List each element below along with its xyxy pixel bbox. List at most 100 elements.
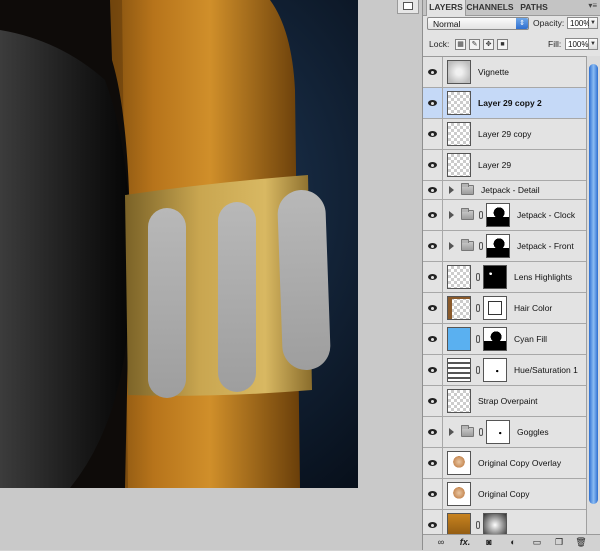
folder-icon[interactable]: ▭	[531, 537, 543, 548]
expand-triangle-icon[interactable]	[449, 242, 454, 250]
tab-paths[interactable]: PATHS	[517, 0, 551, 15]
layer-row[interactable]: Hair Color	[423, 293, 586, 324]
document-canvas[interactable]	[0, 0, 358, 488]
layer-row[interactable]: Jetpack - Front	[423, 231, 586, 262]
mask-link-icon[interactable]	[479, 428, 483, 436]
layer-mask-thumbnail[interactable]	[483, 296, 507, 320]
lock-transparent-icon[interactable]: ▦	[455, 39, 466, 50]
lock-position-icon[interactable]: ✥	[483, 39, 494, 50]
expand-triangle-icon[interactable]	[449, 186, 454, 194]
mask-icon[interactable]: ◙	[483, 537, 495, 548]
layer-thumbnail[interactable]	[447, 296, 471, 320]
layer-thumbnail[interactable]	[447, 513, 471, 535]
visibility-toggle[interactable]	[423, 510, 443, 535]
layer-thumbnail[interactable]	[447, 358, 471, 382]
layer-name: Jetpack - Detail	[481, 185, 540, 195]
layer-row[interactable]: Layer 29 copy 2	[423, 88, 586, 119]
fill-dropdown-icon[interactable]: ▼	[589, 38, 598, 50]
layers-list[interactable]: Vignette Layer 29 copy 2 Layer 29 copy Laye…	[423, 56, 586, 535]
tab-layers[interactable]: LAYERS	[426, 0, 466, 16]
folder-icon	[461, 208, 474, 220]
layer-row[interactable]: Layer 29	[423, 150, 586, 181]
layer-row[interactable]: Original Copy	[423, 479, 586, 510]
panel-icon[interactable]	[397, 0, 419, 14]
layer-thumbnail[interactable]	[447, 482, 471, 506]
folder-icon	[461, 239, 474, 251]
layer-row[interactable]: Cyan Fill	[423, 324, 586, 355]
layer-row[interactable]	[423, 510, 586, 535]
artwork	[0, 0, 358, 488]
layer-row[interactable]: Hue/Saturation 1	[423, 355, 586, 386]
visibility-toggle[interactable]	[423, 448, 443, 478]
layer-row[interactable]: Vignette	[423, 57, 586, 88]
layer-mask-thumbnail[interactable]	[483, 513, 507, 535]
layer-thumbnail[interactable]	[447, 91, 471, 115]
layer-thumbnail[interactable]	[447, 122, 471, 146]
visibility-toggle[interactable]	[423, 88, 443, 118]
mask-link-icon[interactable]	[476, 273, 480, 281]
layer-row[interactable]: Strap Overpaint	[423, 386, 586, 417]
visibility-toggle[interactable]	[423, 417, 443, 447]
layer-name: Jetpack - Front	[517, 241, 574, 251]
link-icon[interactable]: ∞	[435, 537, 447, 548]
layer-mask-thumbnail[interactable]	[483, 327, 507, 351]
mask-link-icon[interactable]	[476, 521, 480, 529]
visibility-toggle[interactable]	[423, 355, 443, 385]
layer-thumbnail[interactable]	[447, 451, 471, 475]
mask-link-icon[interactable]	[476, 335, 480, 343]
visibility-toggle[interactable]	[423, 293, 443, 323]
visibility-toggle[interactable]	[423, 57, 443, 87]
fill-field[interactable]: 100%	[565, 38, 589, 50]
layer-thumbnail[interactable]	[447, 60, 471, 84]
mask-link-icon[interactable]	[476, 304, 480, 312]
layer-row[interactable]: Goggles	[423, 417, 586, 448]
visibility-toggle[interactable]	[423, 181, 443, 199]
layer-mask-thumbnail[interactable]	[486, 420, 510, 444]
layer-thumbnail[interactable]	[447, 389, 471, 413]
expand-triangle-icon[interactable]	[449, 211, 454, 219]
blend-mode-select[interactable]: Normal ⇕	[427, 17, 529, 30]
layer-name: Layer 29 copy 2	[478, 98, 542, 108]
layers-scrollbar[interactable]	[586, 56, 600, 534]
visibility-toggle[interactable]	[423, 150, 443, 180]
mask-link-icon[interactable]	[479, 211, 483, 219]
layer-row[interactable]: Jetpack - Clock	[423, 200, 586, 231]
layer-mask-thumbnail[interactable]	[486, 234, 510, 258]
canvas-area[interactable]	[0, 0, 422, 550]
fx-icon[interactable]: fx.	[459, 537, 471, 548]
visibility-toggle[interactable]	[423, 386, 443, 416]
layer-row[interactable]: Lens Highlights	[423, 262, 586, 293]
visibility-toggle[interactable]	[423, 119, 443, 149]
new-layer-icon[interactable]: ❐	[553, 537, 565, 548]
scrollbar-thumb[interactable]	[589, 64, 598, 504]
trash-icon[interactable]: 🗑	[575, 537, 587, 548]
visibility-toggle[interactable]	[423, 231, 443, 261]
mask-link-icon[interactable]	[476, 366, 480, 374]
layer-name: Hair Color	[514, 303, 553, 313]
mask-link-icon[interactable]	[479, 242, 483, 250]
eye-icon	[428, 460, 437, 466]
lock-all-icon[interactable]: ■	[497, 39, 508, 50]
layer-row[interactable]: Original Copy Overlay	[423, 448, 586, 479]
expand-triangle-icon[interactable]	[449, 428, 454, 436]
opacity-field[interactable]: 100%	[567, 17, 590, 29]
visibility-toggle[interactable]	[423, 262, 443, 292]
adjustment-icon[interactable]: ◐	[507, 537, 519, 548]
opacity-dropdown-icon[interactable]: ▼	[589, 17, 598, 29]
layer-mask-thumbnail[interactable]	[486, 203, 510, 227]
layer-row[interactable]: Layer 29 copy	[423, 119, 586, 150]
visibility-toggle[interactable]	[423, 200, 443, 230]
layer-thumbnail[interactable]	[447, 265, 471, 289]
lock-image-icon[interactable]: ✎	[469, 39, 480, 50]
visibility-toggle[interactable]	[423, 479, 443, 509]
eye-icon	[428, 69, 437, 75]
panel-menu-icon[interactable]: ▾≡	[588, 1, 597, 10]
layer-mask-thumbnail[interactable]	[483, 265, 507, 289]
visibility-toggle[interactable]	[423, 324, 443, 354]
layer-row[interactable]: Jetpack - Detail	[423, 181, 586, 200]
lock-row: Lock: ▦ ✎ ✥ ■ Fill: 100% ▼	[427, 38, 598, 52]
tab-channels[interactable]: CHANNELS	[466, 0, 514, 15]
layer-thumbnail[interactable]	[447, 327, 471, 351]
layer-mask-thumbnail[interactable]	[483, 358, 507, 382]
layer-thumbnail[interactable]	[447, 153, 471, 177]
